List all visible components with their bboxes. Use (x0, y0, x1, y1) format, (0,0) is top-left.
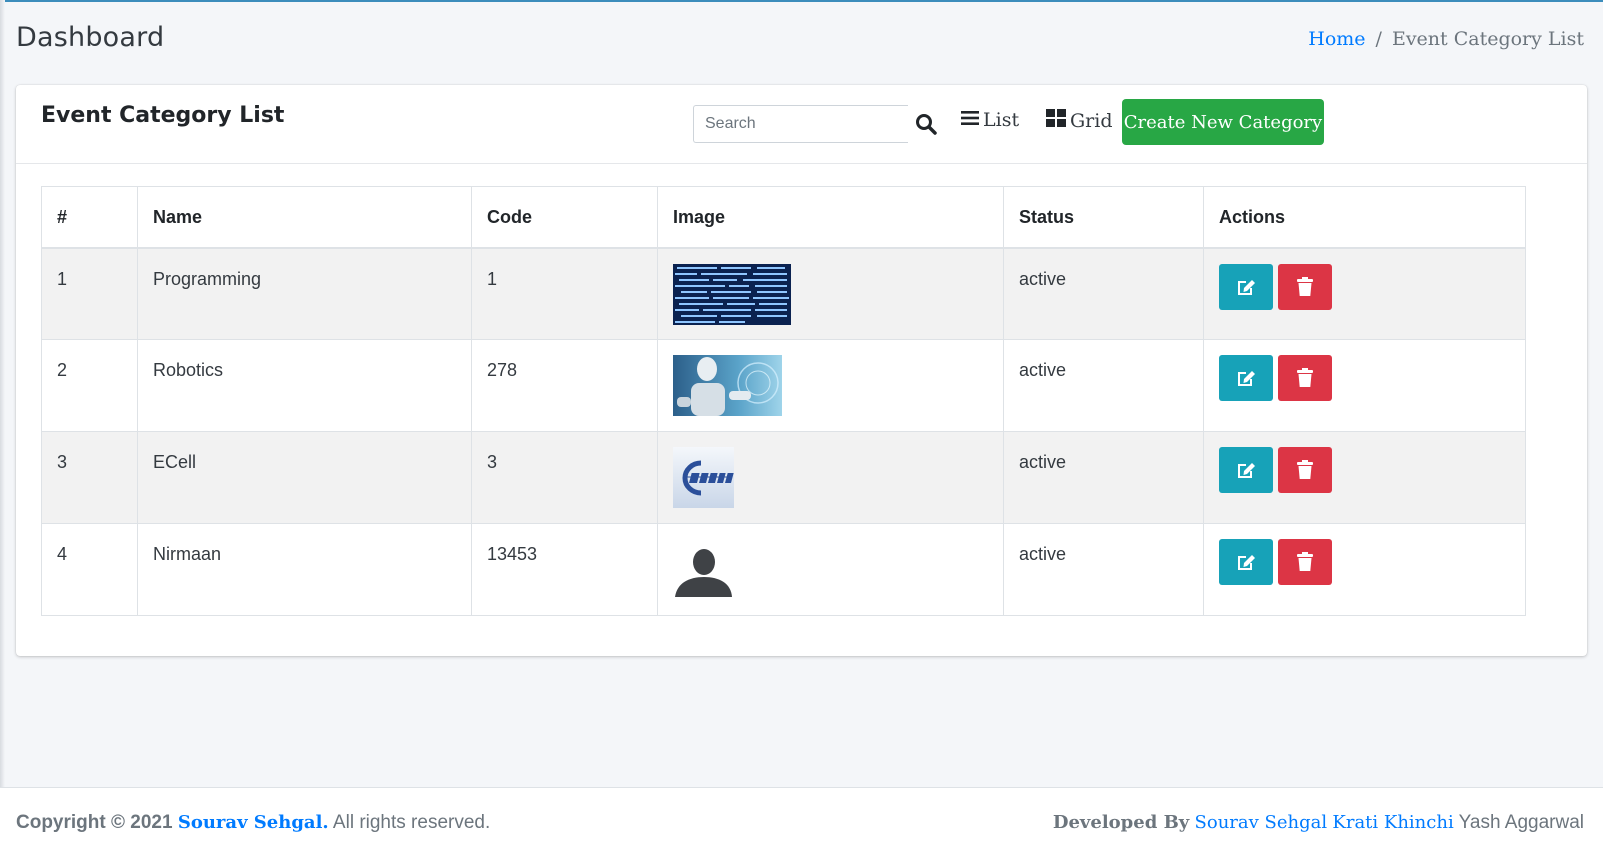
create-category-button[interactable]: Create New Category (1122, 99, 1324, 145)
row-name: Robotics (137, 339, 472, 432)
ecell-logo-thumbnail (673, 447, 734, 508)
column-header-index: # (41, 186, 138, 249)
search-icon[interactable] (914, 112, 938, 136)
sidebar-edge (0, 0, 5, 800)
page-title: Dashboard (16, 22, 165, 53)
row-status: active (1003, 339, 1204, 432)
row-code: 1 (471, 247, 658, 340)
column-header-actions: Actions (1203, 186, 1526, 249)
developer-credits: Developed By Sourav Sehgal Krati Khinchi… (1053, 812, 1584, 834)
developer-link-2[interactable]: Krati Khinchi (1332, 812, 1453, 833)
row-name: Programming (137, 247, 472, 340)
row-code: 278 (471, 339, 658, 432)
rights-text: All rights reserved. (332, 812, 491, 833)
grid-icon (1046, 109, 1066, 132)
table-row: 2 Robotics 278 active (41, 339, 1526, 432)
row-actions (1219, 263, 1510, 310)
row-actions (1219, 539, 1510, 585)
robot-thumbnail (673, 355, 782, 416)
grid-view-button[interactable]: Grid (1046, 109, 1113, 132)
delete-button[interactable] (1278, 355, 1332, 401)
row-actions (1219, 447, 1510, 493)
trash-icon (1297, 276, 1313, 296)
list-view-button[interactable]: List (961, 109, 1019, 131)
search-input[interactable] (693, 105, 908, 143)
list-view-label: List (983, 109, 1020, 131)
card-header: Event Category List List (16, 85, 1587, 164)
edit-button[interactable] (1219, 263, 1273, 310)
copyright-owner-link[interactable]: Sourav Sehgal. (178, 812, 329, 833)
grid-view-label: Grid (1070, 109, 1113, 132)
column-header-code: Code (471, 186, 658, 249)
category-table: # Name Code Image Status Actions 1 Progr… (41, 186, 1526, 616)
list-icon (961, 109, 979, 131)
table-header-row: # Name Code Image Status Actions (41, 186, 1526, 249)
edit-icon (1238, 371, 1255, 386)
column-header-name: Name (137, 186, 472, 249)
breadcrumb-separator: / (1375, 28, 1382, 50)
code-screen-thumbnail (673, 263, 791, 325)
table-row: 4 Nirmaan 13453 active (41, 523, 1526, 616)
delete-button[interactable] (1278, 263, 1332, 310)
delete-button[interactable] (1278, 539, 1332, 585)
edit-button[interactable] (1219, 355, 1273, 401)
edit-button[interactable] (1219, 447, 1273, 493)
row-index: 1 (41, 247, 138, 340)
row-status: active (1003, 431, 1204, 524)
column-header-status: Status (1003, 186, 1204, 249)
row-name: ECell (137, 431, 472, 524)
edit-button[interactable] (1219, 539, 1273, 585)
row-code: 13453 (471, 523, 658, 616)
row-name: Nirmaan (137, 523, 472, 616)
edit-icon (1238, 463, 1255, 478)
developed-by-label: Developed By (1052, 812, 1190, 833)
table-row: 1 Programming 1 active (41, 247, 1526, 340)
delete-button[interactable] (1278, 447, 1332, 493)
row-actions (1219, 355, 1510, 401)
default-avatar-thumbnail (673, 539, 734, 600)
row-status: active (1003, 523, 1204, 616)
copyright: Copyright © 2021 Sourav Sehgal. All righ… (16, 812, 490, 834)
edit-icon (1238, 279, 1255, 295)
copyright-prefix: Copyright © 2021 (16, 812, 173, 833)
card-title: Event Category List (41, 103, 285, 128)
breadcrumb-current: Event Category List (1391, 28, 1584, 50)
footer: Copyright © 2021 Sourav Sehgal. All righ… (0, 787, 1603, 866)
row-code: 3 (471, 431, 658, 524)
developer-link-1[interactable]: Sourav Sehgal (1195, 812, 1328, 833)
breadcrumb: Home / Event Category List (1308, 28, 1584, 50)
event-category-card: Event Category List List (16, 85, 1587, 656)
trash-icon (1297, 460, 1313, 479)
row-status: active (1003, 247, 1204, 340)
row-index: 3 (41, 431, 138, 524)
top-accent-line (0, 0, 1603, 2)
row-index: 2 (41, 339, 138, 432)
breadcrumb-home-link[interactable]: Home (1308, 28, 1365, 50)
table-row: 3 ECell 3 active (41, 431, 1526, 524)
developer-name-3: Yash Aggarwal (1458, 812, 1584, 833)
trash-icon (1297, 368, 1313, 387)
edit-icon (1238, 555, 1255, 570)
row-index: 4 (41, 523, 138, 616)
column-header-image: Image (657, 186, 1004, 249)
trash-icon (1297, 552, 1313, 571)
